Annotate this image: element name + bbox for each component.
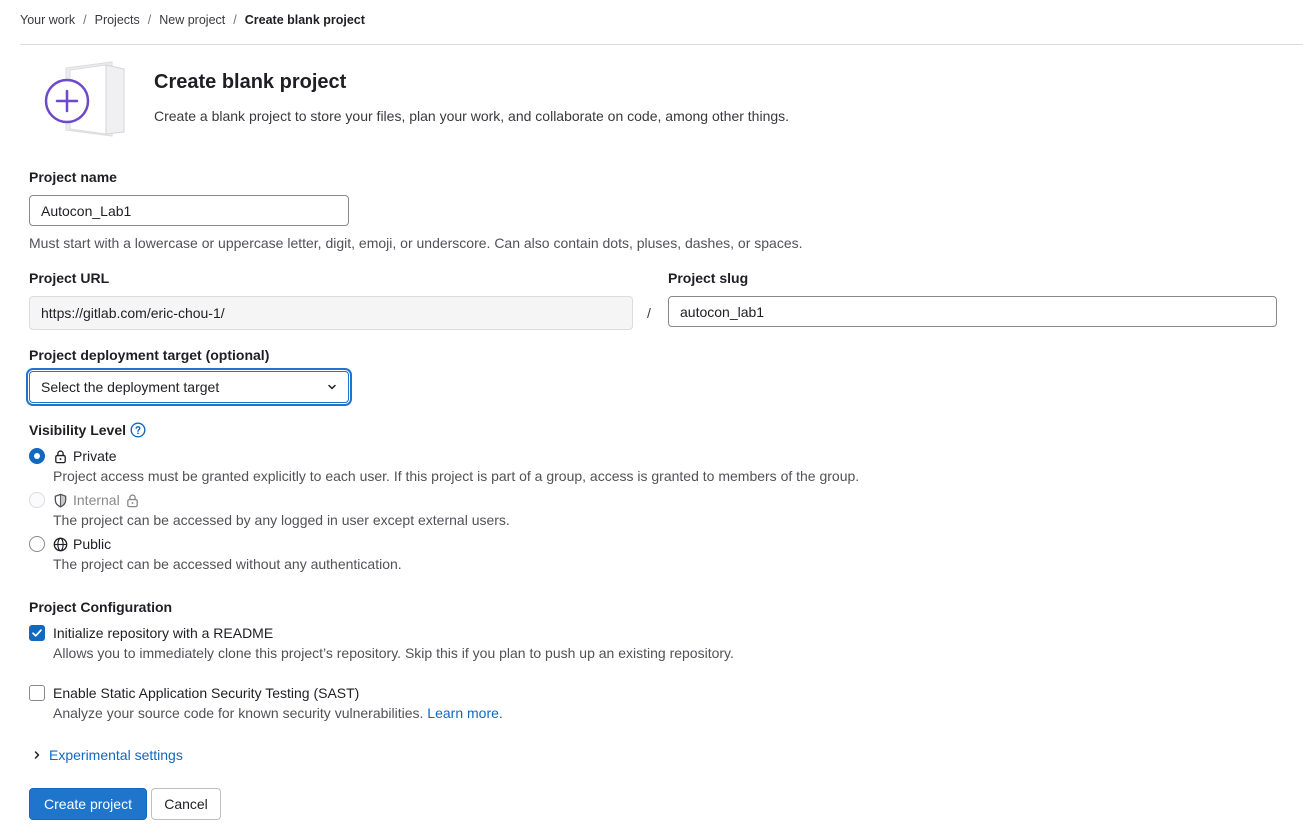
help-icon[interactable]: [130, 422, 146, 438]
breadcrumb: Your work / Projects / New project / Cre…: [20, 13, 365, 27]
chevron-right-icon: [32, 750, 42, 760]
sast-checkbox[interactable]: [29, 685, 45, 701]
cancel-button[interactable]: Cancel: [151, 788, 221, 820]
breadcrumb-projects[interactable]: Projects: [95, 13, 140, 27]
create-project-button[interactable]: Create project: [29, 788, 147, 820]
visibility-level-heading: Visibility Level: [29, 422, 146, 438]
project-slug-input[interactable]: [668, 296, 1277, 327]
header-divider: [20, 44, 1303, 45]
project-name-help: Must start with a lowercase or uppercase…: [29, 235, 803, 251]
breadcrumb-new-project[interactable]: New project: [159, 13, 225, 27]
deployment-target-value: Select the deployment target: [41, 379, 220, 395]
page-subtitle: Create a blank project to store your fil…: [154, 108, 790, 124]
experimental-settings-toggle[interactable]: Experimental settings: [32, 747, 183, 763]
breadcrumb-separator: /: [233, 13, 237, 27]
readme-checkbox[interactable]: [29, 625, 45, 641]
breadcrumb-separator: /: [83, 13, 87, 27]
sast-description-block: Analyze your source code for known secur…: [53, 705, 503, 721]
project-name-input[interactable]: [29, 195, 349, 226]
visibility-internal-description: The project can be accessed by any logge…: [53, 512, 510, 528]
visibility-public-description: The project can be accessed without any …: [53, 556, 402, 572]
sast-description: Analyze your source code for known secur…: [53, 705, 424, 721]
lock-icon: [53, 449, 68, 464]
visibility-internal-label: Internal: [73, 492, 120, 508]
visibility-private-option[interactable]: Private: [53, 448, 117, 464]
visibility-public-radio[interactable]: [29, 536, 45, 552]
breadcrumb-current: Create blank project: [244, 13, 365, 27]
breadcrumb-separator: /: [147, 13, 152, 27]
visibility-public-label: Public: [73, 536, 112, 552]
visibility-private-description: Project access must be granted explicitl…: [53, 468, 860, 484]
check-icon: [32, 629, 42, 637]
experimental-settings-label: Experimental settings: [49, 747, 183, 763]
sast-label[interactable]: Enable Static Application Security Testi…: [53, 685, 359, 701]
url-slug-separator: /: [647, 305, 651, 321]
visibility-internal-radio: [29, 492, 45, 508]
breadcrumb-your-work[interactable]: Your work: [20, 13, 75, 27]
chevron-down-icon: [327, 382, 337, 392]
globe-icon: [53, 537, 68, 552]
deployment-target-select[interactable]: Select the deployment target: [29, 371, 349, 403]
shield-icon: [53, 493, 68, 508]
visibility-public-option[interactable]: Public: [53, 536, 111, 552]
page-title: Create blank project: [154, 71, 347, 93]
readme-description: Allows you to immediately clone this pro…: [53, 645, 734, 661]
visibility-internal-option: Internal: [53, 492, 140, 508]
project-url-value: https://gitlab.com/eric-chou-1/: [41, 305, 225, 321]
project-configuration-label: Project Configuration: [29, 599, 173, 615]
project-url-label: Project URL: [29, 270, 110, 286]
readme-label[interactable]: Initialize repository with a README: [53, 625, 273, 641]
deployment-target-label: Project deployment target (optional): [29, 347, 270, 363]
visibility-private-radio[interactable]: [29, 448, 45, 464]
project-name-label: Project name: [29, 169, 117, 185]
visibility-level-label: Visibility Level: [29, 422, 127, 438]
visibility-private-label: Private: [73, 448, 117, 464]
learn-more-link[interactable]: Learn more.: [427, 705, 502, 721]
project-slug-label: Project slug: [668, 270, 749, 286]
blank-project-illustration: [40, 60, 130, 142]
project-url-field[interactable]: https://gitlab.com/eric-chou-1/: [29, 296, 633, 330]
lock-icon: [125, 493, 140, 508]
